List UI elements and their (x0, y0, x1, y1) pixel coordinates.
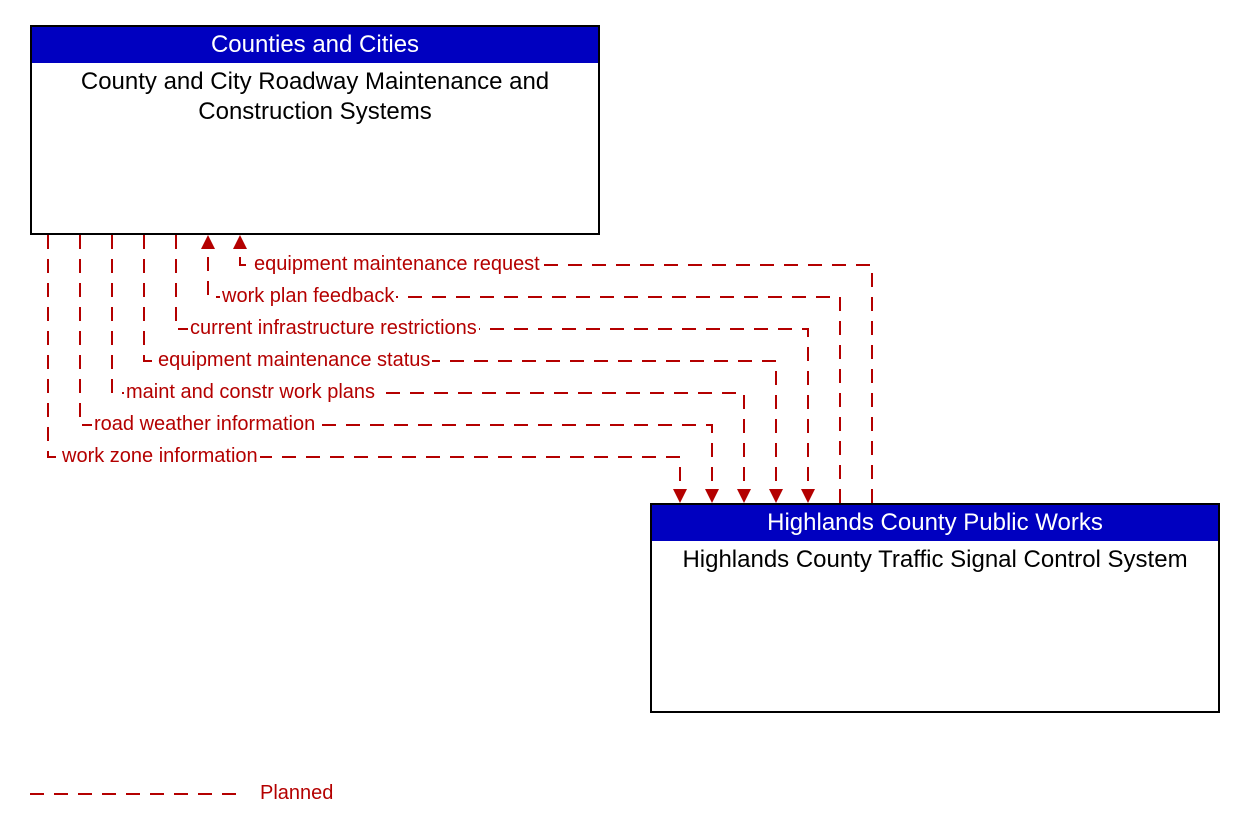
node-highlands-body: Highlands County Traffic Signal Control … (652, 541, 1218, 575)
flow-label-current-infrastructure-restrictions: current infrastructure restrictions (188, 317, 479, 340)
node-highlands-header: Highlands County Public Works (652, 505, 1218, 541)
flow-label-equipment-maintenance-status: equipment maintenance status (156, 349, 432, 372)
flow-label-equipment-maintenance-request: equipment maintenance request (252, 253, 542, 276)
legend-planned-label: Planned (260, 782, 333, 805)
node-highlands-tscs: Highlands County Public Works Highlands … (650, 503, 1220, 713)
node-county-city-body: County and City Roadway Maintenance and … (32, 63, 598, 127)
flow-label-work-plan-feedback: work plan feedback (220, 285, 396, 308)
node-county-city-header: Counties and Cities (32, 27, 598, 63)
flow-label-maint-and-constr-work-plans: maint and constr work plans (124, 381, 377, 404)
flow-label-road-weather-information: road weather information (92, 413, 317, 436)
flow-label-work-zone-information: work zone information (60, 445, 260, 468)
node-county-city-rmc: Counties and Cities County and City Road… (30, 25, 600, 235)
